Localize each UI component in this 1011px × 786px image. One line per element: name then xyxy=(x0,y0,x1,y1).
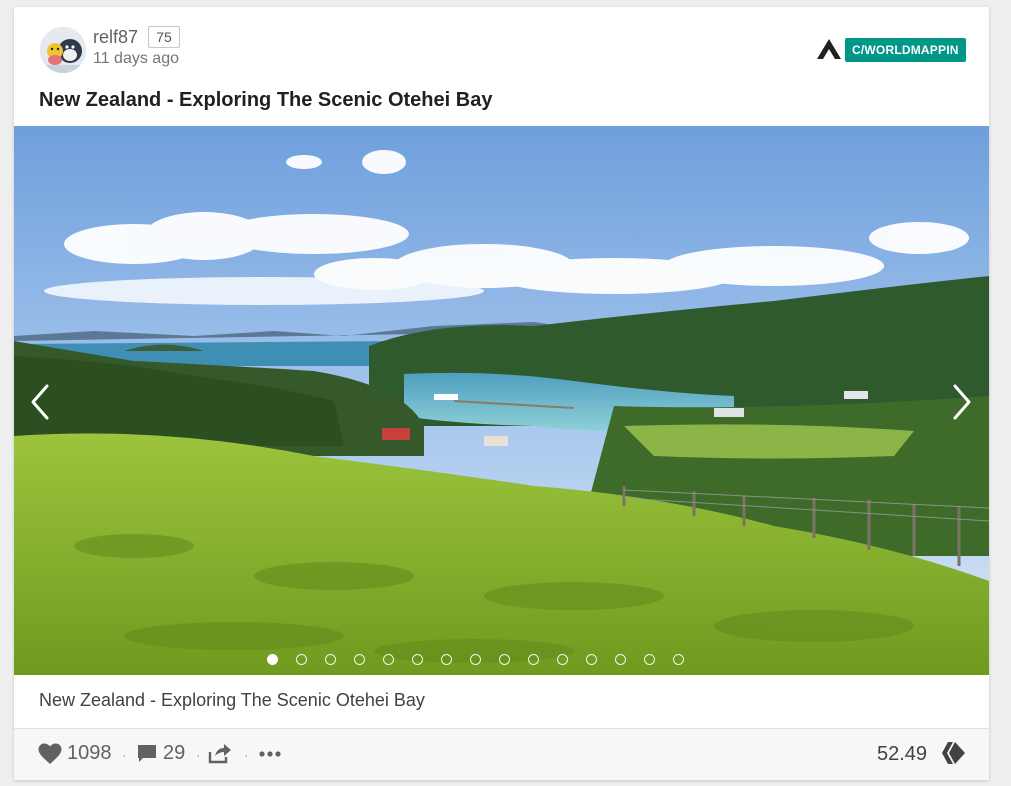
avatar-image xyxy=(40,27,86,73)
post-footer: 1098 · 29 · · 52.49 xyxy=(14,729,989,780)
carousel-dot[interactable] xyxy=(441,654,452,665)
image-caption: New Zealand - Exploring The Scenic Otehe… xyxy=(39,690,425,710)
carousel-dot[interactable] xyxy=(354,654,365,665)
separator-dot: · xyxy=(196,747,201,763)
heart-icon xyxy=(38,743,62,764)
carousel-dot[interactable] xyxy=(528,654,539,665)
chevron-right-icon[interactable] xyxy=(946,382,976,422)
more-button[interactable] xyxy=(259,751,281,757)
community-logo-icon[interactable] xyxy=(816,38,842,60)
carousel-dot[interactable] xyxy=(383,654,394,665)
carousel-dot[interactable] xyxy=(499,654,510,665)
carousel-dot[interactable] xyxy=(412,654,423,665)
comments-button[interactable]: 29 xyxy=(136,742,185,765)
carousel-dots xyxy=(267,654,684,668)
separator-dot: · xyxy=(244,747,249,763)
carousel-dot[interactable] xyxy=(615,654,626,665)
carousel-dot[interactable] xyxy=(267,654,278,665)
chevron-left-icon[interactable] xyxy=(26,382,56,422)
carousel-dot[interactable] xyxy=(296,654,307,665)
comment-count: 29 xyxy=(163,742,186,764)
like-count: 1098 xyxy=(67,742,112,764)
post-card: relf87 75 11 days ago C/WORLDMAPPIN New … xyxy=(14,7,989,780)
carousel-dot[interactable] xyxy=(644,654,655,665)
post-image xyxy=(14,126,989,675)
reputation-badge: 75 xyxy=(148,26,180,48)
like-button[interactable]: 1098 xyxy=(38,742,112,765)
author-name[interactable]: relf87 xyxy=(93,27,138,48)
image-carousel[interactable] xyxy=(14,126,989,675)
payout-value[interactable]: 52.49 xyxy=(877,743,927,766)
community-badge[interactable]: C/WORLDMAPPIN xyxy=(845,38,966,62)
carousel-dot[interactable] xyxy=(586,654,597,665)
hive-icon xyxy=(942,742,965,764)
comment-icon xyxy=(138,744,156,762)
post-title[interactable]: New Zealand - Exploring The Scenic Otehe… xyxy=(39,89,492,112)
avatar[interactable] xyxy=(40,27,86,73)
carousel-dot[interactable] xyxy=(470,654,481,665)
carousel-dot[interactable] xyxy=(673,654,684,665)
post-timestamp[interactable]: 11 days ago xyxy=(93,50,179,68)
share-icon xyxy=(208,744,231,764)
share-button[interactable] xyxy=(208,742,232,764)
more-icon xyxy=(259,751,281,757)
carousel-dot[interactable] xyxy=(557,654,568,665)
separator-dot: · xyxy=(122,747,127,763)
carousel-dot[interactable] xyxy=(325,654,336,665)
